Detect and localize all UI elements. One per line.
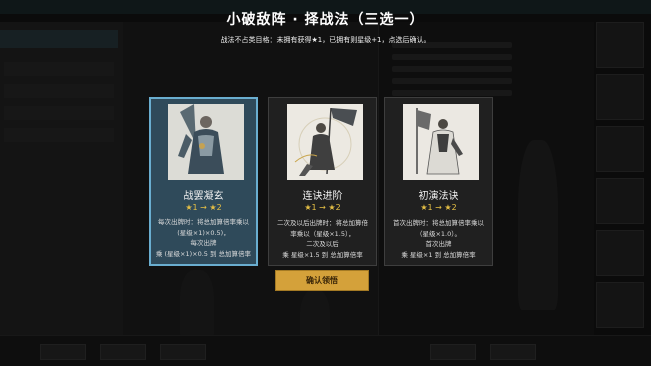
card-portrait <box>287 104 363 180</box>
card-portrait <box>168 104 244 180</box>
tactic-card-chuyan-fajue[interactable]: 初演法诀 ★1 → ★2 首次出牌时：将总加算倍率乘以 （星级×1.0）。 首次… <box>384 97 493 266</box>
card-star-upgrade: ★1 → ★2 <box>420 203 457 212</box>
card-desc-line: 首次出牌 <box>425 240 452 248</box>
card-portrait <box>403 104 479 180</box>
card-description: 二次及以后出牌时：将总加算倍 率乘以（星级×1.5）， 二次及以后 乘 星级×1… <box>273 218 372 260</box>
card-desc-line: 首次出牌时：将总加算倍率乘以 <box>393 219 484 227</box>
card-name: 初演法诀 <box>418 191 459 202</box>
card-desc-line: 每次出牌 <box>190 239 217 247</box>
confirm-button[interactable]: 确认领悟 <box>275 270 369 291</box>
card-desc-line: （星级×1.0）。 <box>415 229 462 238</box>
card-name: 战罢凝玄 <box>183 191 224 202</box>
modal-title: 小破敌阵 · 择战法（三选一） <box>226 12 425 28</box>
card-description: 首次出牌时：将总加算倍率乘以 （星级×1.0）。 首次出牌 乘 星级×1 到 总… <box>389 218 488 260</box>
modal-subtitle: 战法不占类目格：未拥有获得★1，已拥有则星级+1，点选后确认。 <box>220 36 431 44</box>
card-desc-line: 乘 星级×1 到 总加算倍率 <box>401 250 476 259</box>
card-desc-line: 乘 (星级×1)×0.5 到 总加算倍率 <box>155 249 252 258</box>
card-star-upgrade: ★1 → ★2 <box>304 203 341 212</box>
card-star-upgrade: ★1 → ★2 <box>185 203 222 212</box>
card-desc-line: 率乘以（星级×1.5）， <box>290 229 355 238</box>
tactic-card-zhanba-ningxuan[interactable]: 战罢凝玄 ★1 → ★2 每次出牌时：将总加算倍率乘以 (星级×1)×0.5)，… <box>149 97 258 266</box>
card-desc-line: 每次出牌时：将总加算倍率乘以 <box>158 218 249 226</box>
card-name: 连诀进阶 <box>302 191 343 202</box>
card-desc-line: 二次及以后 <box>306 240 339 248</box>
card-desc-line: (星级×1)×0.5)， <box>177 228 230 237</box>
card-desc-line: 二次及以后出牌时：将总加算倍 <box>277 219 368 227</box>
card-desc-line: 乘 星级×1.5 到 总加算倍率 <box>282 250 363 259</box>
card-description: 每次出牌时：将总加算倍率乘以 (星级×1)×0.5)， 每次出牌 乘 (星级×1… <box>155 217 252 259</box>
tactic-card-lianjue-jinjie[interactable]: 连诀进阶 ★1 → ★2 二次及以后出牌时：将总加算倍 率乘以（星级×1.5），… <box>268 97 377 266</box>
